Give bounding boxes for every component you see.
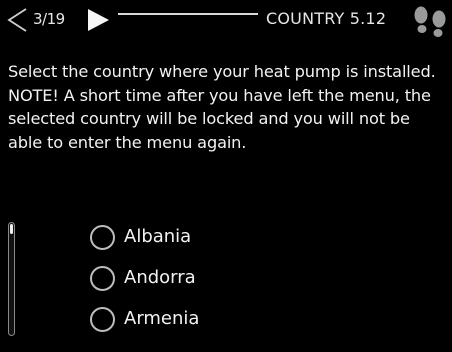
page-counter: 3/19 [33,10,65,28]
country-option-andorra[interactable]: Andorra [90,263,390,293]
country-option-armenia[interactable]: Armenia [90,304,390,334]
play-right-icon[interactable] [84,6,112,34]
header: 3/19 COUNTRY 5.12 [0,0,452,40]
footsteps-icon[interactable] [410,4,450,38]
radio-button[interactable] [90,266,115,291]
country-label: Armenia [124,308,200,329]
scrollbar[interactable] [8,222,15,336]
title-divider [118,13,258,15]
chevron-left-icon[interactable] [4,6,30,34]
radio-button[interactable] [90,225,115,250]
description-text: Select the country where your heat pump … [8,62,436,152]
scroll-thumb[interactable] [10,224,13,234]
menu-title: COUNTRY 5.12 [266,9,387,28]
country-option-albania[interactable]: Albania [90,222,390,252]
radio-button[interactable] [90,307,115,332]
country-label: Andorra [124,267,196,288]
country-label: Albania [124,226,192,247]
screen: 3/19 COUNTRY 5.12 Select the country whe… [0,0,452,352]
